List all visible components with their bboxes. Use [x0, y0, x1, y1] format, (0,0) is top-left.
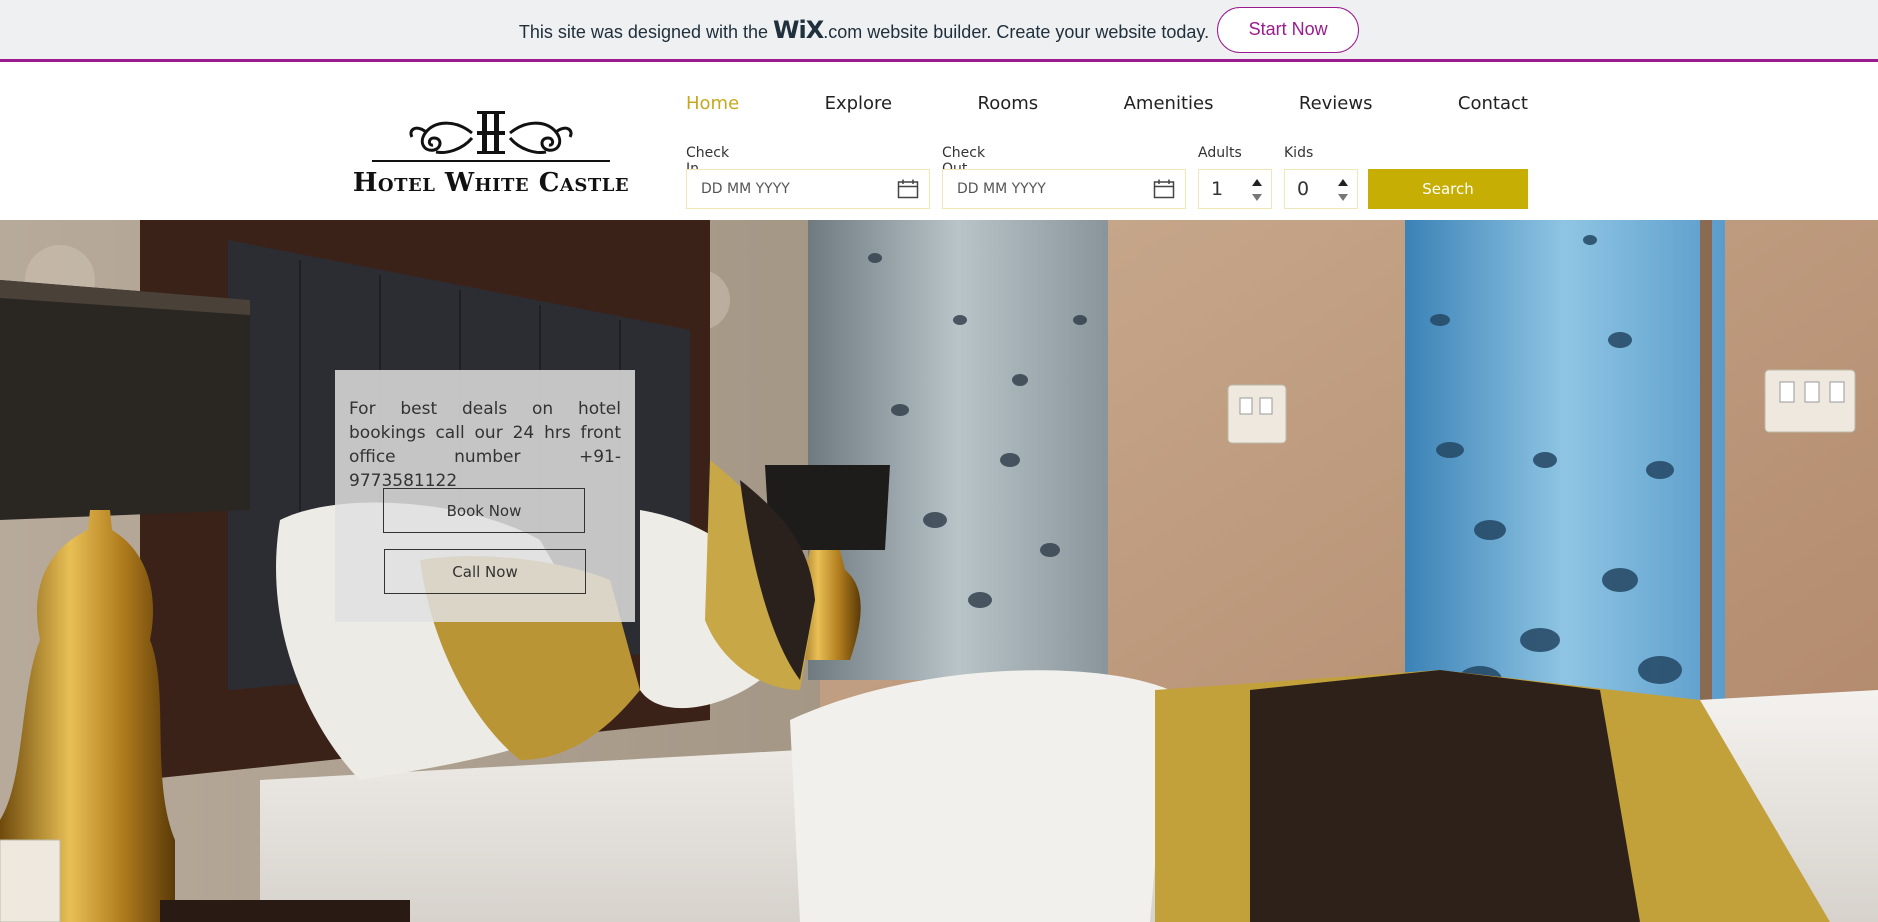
spinner-arrows-icon[interactable] [1251, 176, 1263, 204]
search-button[interactable]: Search [1368, 169, 1528, 209]
wix-banner: This site was designed with the WiX .com… [0, 0, 1878, 62]
kids-stepper[interactable]: 0 [1284, 169, 1358, 209]
check-in-placeholder: DD MM YYYY [701, 181, 790, 197]
nav-item-reviews[interactable]: Reviews [1299, 93, 1373, 114]
nav-item-rooms[interactable]: Rooms [978, 93, 1039, 114]
adults-label: Adults [1198, 145, 1242, 161]
logo-text: Hotel White Castle [352, 168, 630, 198]
wix-banner-prefix: This site was designed with the [518, 21, 769, 42]
book-now-button[interactable]: Book Now [383, 488, 585, 533]
check-out-field[interactable]: DD MM YYYY [942, 169, 1186, 209]
calendar-icon[interactable] [1153, 179, 1175, 199]
kids-label: Kids [1284, 145, 1314, 161]
adults-value: 1 [1211, 178, 1224, 200]
adults-stepper[interactable]: 1 [1198, 169, 1272, 209]
check-in-field[interactable]: DD MM YYYY [686, 169, 930, 209]
castle-crest-icon [372, 111, 610, 162]
nav-item-contact[interactable]: Contact [1458, 93, 1528, 114]
wix-logo[interactable]: WiX [773, 16, 824, 44]
calendar-icon[interactable] [897, 179, 919, 199]
wix-banner-suffix: website builder. Create your website tod… [867, 21, 1210, 42]
start-now-button[interactable]: Start Now [1217, 6, 1360, 53]
hotel-room-photo [0, 220, 1878, 922]
main-nav: Home Explore Rooms Amenities Reviews Con… [686, 93, 1528, 114]
promo-box: For best deals on hotel bookings call ou… [335, 370, 635, 622]
nav-item-explore[interactable]: Explore [825, 93, 893, 114]
wix-logo-suffix: .com [823, 21, 863, 42]
nav-item-amenities[interactable]: Amenities [1124, 93, 1214, 114]
nav-item-home[interactable]: Home [686, 93, 739, 114]
kids-value: 0 [1297, 178, 1310, 200]
spinner-arrows-icon[interactable] [1337, 176, 1349, 204]
promo-text: For best deals on hotel bookings call ou… [349, 399, 621, 491]
hotel-logo[interactable]: Hotel White Castle [336, 110, 646, 200]
site-header: Hotel White Castle Home Explore Rooms Am… [0, 65, 1878, 220]
hero-image: For best deals on hotel bookings call ou… [0, 220, 1878, 922]
call-now-button[interactable]: Call Now [384, 549, 586, 594]
check-out-placeholder: DD MM YYYY [957, 181, 1046, 197]
wix-banner-text: This site was designed with the WiX .com… [519, 16, 1209, 44]
